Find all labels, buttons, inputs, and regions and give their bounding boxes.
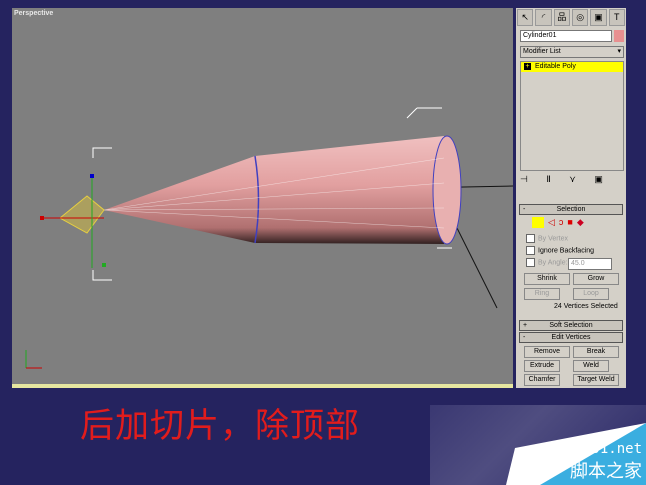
stack-item-editable-poly[interactable]: + Editable Poly [521,62,623,72]
stack-toolbar[interactable]: ⊣ Ⅱ ⋎ ▣ [520,174,611,185]
object-name-input[interactable]: Cylinder01 [520,30,612,42]
create-icon[interactable]: ↖ [517,9,534,26]
target-weld-button[interactable]: Target Weld [573,374,619,386]
slice-gizmo[interactable] [40,174,106,268]
time-slider[interactable] [12,384,513,388]
chamfer-button[interactable]: Chamfer [524,374,560,386]
utilities-icon[interactable]: T [608,9,625,26]
label: Ignore Backfacing [538,247,595,255]
object-color-swatch[interactable] [614,30,624,42]
vertex-icon[interactable] [532,217,544,228]
rollout-title: Soft Selection [549,322,593,329]
modifier-list-dropdown[interactable]: Modifier List ▾ [520,46,624,58]
rollout-title: Edit Vertices [551,334,591,341]
stack-item-label: Editable Poly [535,63,576,70]
cylinder-mesh[interactable] [104,136,444,244]
edge-icon[interactable]: ◁ [548,217,555,228]
border-icon[interactable]: ↄ [559,217,564,228]
hierarchy-icon[interactable]: 品 [553,9,570,26]
loop-button[interactable]: Loop [573,288,609,300]
modifier-list-label: Modifier List [523,48,561,55]
perspective-viewport[interactable]: Perspective [12,8,514,385]
edit-vertices-rollout[interactable]: - Edit Vertices [519,332,623,343]
motion-icon[interactable]: ◎ [571,9,589,26]
element-icon[interactable]: ◆ [577,217,584,228]
by-angle-checkbox[interactable]: By Angle: [526,258,568,267]
chevron-down-icon: ▾ [617,48,621,55]
watermark: jb51.net 脚本之家 [430,405,646,485]
soft-selection-rollout[interactable]: + Soft Selection [519,320,623,331]
selection-status: 24 Vertices Selected [554,303,618,310]
axis-tripod-icon [25,350,42,369]
modifier-stack[interactable]: + Editable Poly [520,61,624,171]
shrink-button[interactable]: Shrink [524,273,570,285]
watermark-name: 脚本之家 [570,461,642,481]
weld-button[interactable]: Weld [573,360,609,372]
grid-axis [456,227,498,309]
viewport-label[interactable]: Perspective [14,10,53,17]
modify-icon[interactable]: ◜ [535,9,552,26]
angle-input[interactable]: 45.0 [568,258,612,270]
caption: 后加切片，除顶部 [80,406,360,446]
toggle: + [523,322,528,329]
label: By Angle: [538,259,568,267]
rollout-title: Selection [556,206,586,213]
by-vertex-checkbox[interactable]: By Vertex [526,234,568,243]
ignore-backfacing-checkbox[interactable]: Ignore Backfacing [526,246,594,255]
expand-icon[interactable]: + [524,63,531,70]
label: By Vertex [538,235,568,243]
extrude-button[interactable]: Extrude [524,360,560,372]
ring-button[interactable]: Ring [524,288,560,300]
command-panel: ↖ ◜ 品 ◎ ▣ T Cylinder01 Modifier List ▾ + E… [516,8,626,388]
grow-button[interactable]: Grow [573,273,619,285]
viewport-scene [25,107,514,369]
remove-button[interactable]: Remove [524,346,570,358]
subobject-icons: ◁ ↄ ■ ◆ [532,217,584,228]
display-icon[interactable]: ▣ [590,9,607,26]
watermark-url: jb51.net [574,441,642,457]
polygon-icon[interactable]: ■ [567,217,572,228]
selection-rollout[interactable]: - Selection [519,204,623,215]
break-button[interactable]: Break [573,346,619,358]
toggle: - [523,334,526,341]
